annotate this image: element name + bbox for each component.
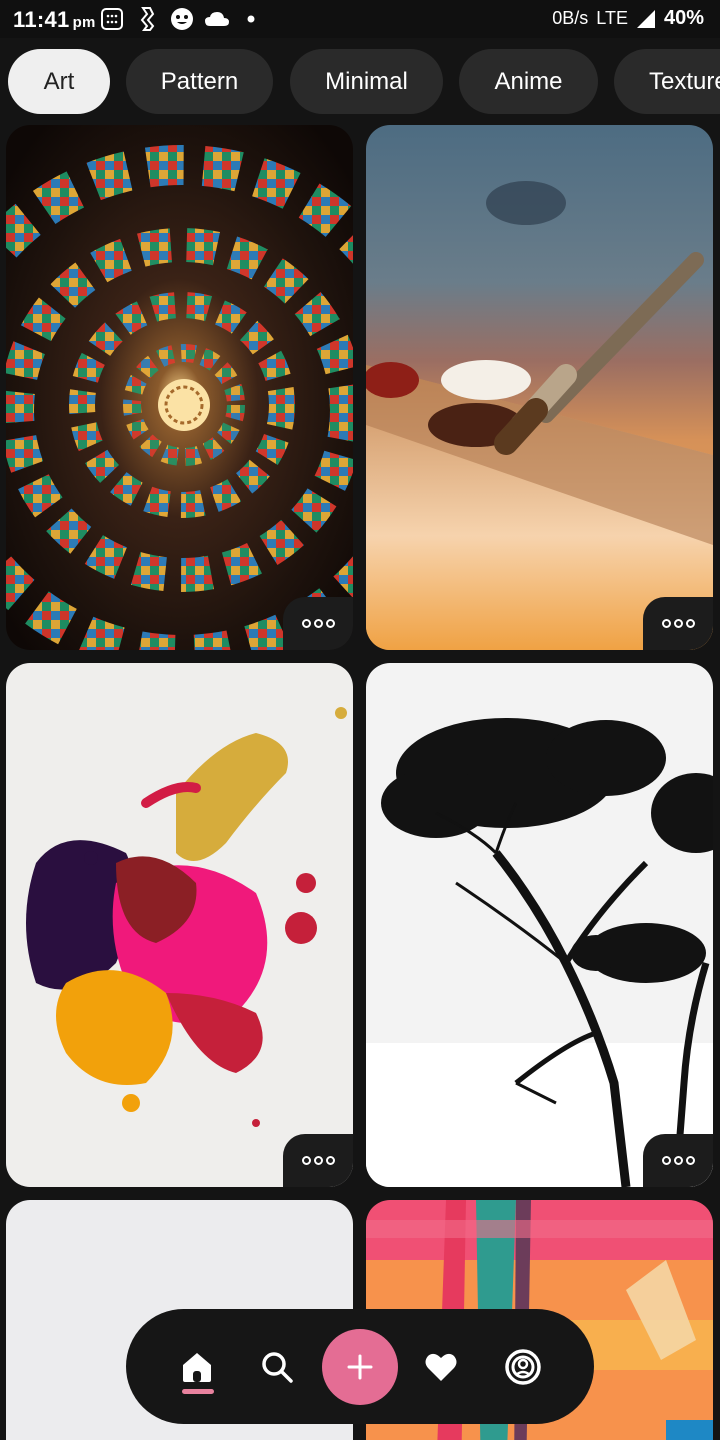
chip-pattern[interactable]: Pattern xyxy=(126,49,273,114)
wallpaper-image-paint-brush xyxy=(366,125,713,650)
more-options-button[interactable] xyxy=(283,597,353,650)
heart-icon xyxy=(424,1351,458,1383)
search-icon xyxy=(260,1350,294,1384)
more-dots-icon xyxy=(301,619,335,628)
add-button[interactable] xyxy=(322,1329,398,1405)
status-right: 0B/s LTE 40% xyxy=(552,7,704,30)
network-speed: 0B/s xyxy=(552,8,589,28)
calculator-icon xyxy=(100,7,124,31)
more-dots-icon xyxy=(661,1156,695,1165)
chip-art[interactable]: Art xyxy=(8,49,110,114)
wallpaper-tile[interactable] xyxy=(366,125,713,650)
signal-icon xyxy=(636,9,656,29)
nav-profile[interactable] xyxy=(496,1309,550,1424)
wallpaper-tile[interactable] xyxy=(6,663,353,1187)
active-tab-indicator xyxy=(182,1389,214,1394)
status-bar: 11:41 pm 0B/s LTE 40% xyxy=(0,0,720,38)
nav-home[interactable] xyxy=(170,1309,224,1424)
wallpaper-tile[interactable] xyxy=(6,125,353,650)
more-options-button[interactable] xyxy=(283,1134,353,1187)
face-icon xyxy=(170,7,194,31)
more-options-button[interactable] xyxy=(643,597,713,650)
nav-favorites[interactable] xyxy=(414,1309,468,1424)
network-type: LTE xyxy=(596,8,628,28)
vpn-key-icon xyxy=(138,7,158,31)
more-options-button[interactable] xyxy=(643,1134,713,1187)
cloud-icon xyxy=(204,7,230,31)
chip-texture[interactable]: Texture xyxy=(614,49,720,114)
nav-search[interactable] xyxy=(250,1309,304,1424)
wallpaper-tile[interactable] xyxy=(366,663,713,1187)
chip-anime[interactable]: Anime xyxy=(459,49,598,114)
profile-icon xyxy=(504,1348,542,1386)
add-icon xyxy=(346,1353,374,1381)
category-chips: Art Pattern Minimal Anime Texture xyxy=(0,48,720,116)
clock: 11:41 pm xyxy=(13,7,96,32)
battery-percent: 40% xyxy=(663,7,704,29)
more-dots-icon xyxy=(301,1156,335,1165)
dot-icon xyxy=(247,7,255,31)
more-dots-icon xyxy=(661,619,695,628)
chip-minimal[interactable]: Minimal xyxy=(290,49,443,114)
home-icon xyxy=(179,1349,215,1385)
wallpaper-image-stained-glass xyxy=(6,125,353,650)
wallpaper-image-tree xyxy=(366,663,713,1187)
wallpaper-image-paint-splash xyxy=(6,663,353,1187)
